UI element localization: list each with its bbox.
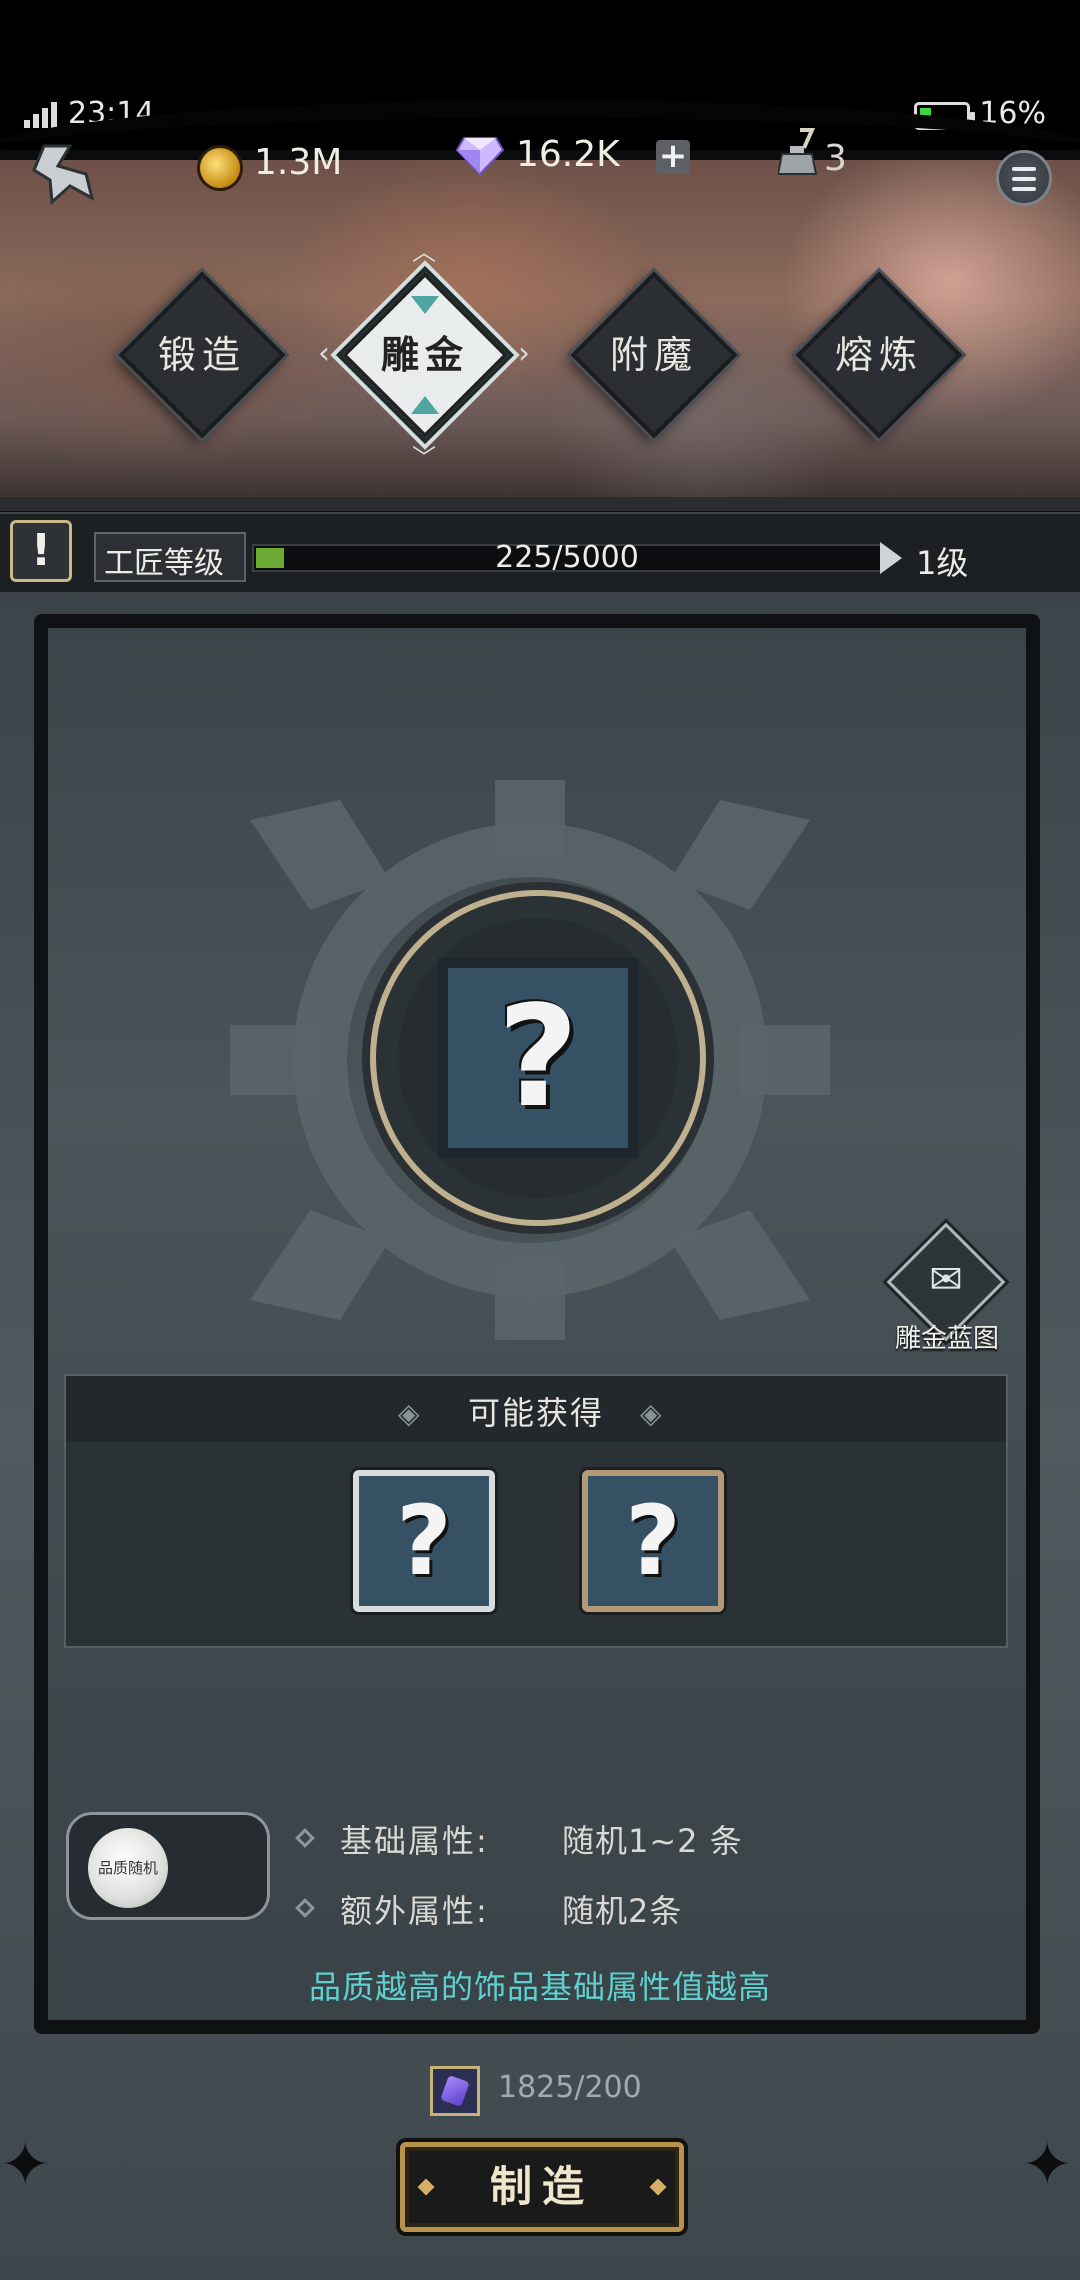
question-mark-icon: ? [625, 1485, 681, 1597]
craft-button-label: 制造 [489, 2162, 594, 2211]
arrow-right-icon [880, 542, 902, 574]
chevron-down-icon: ﹀ [412, 444, 436, 472]
quality-tip: 品质越高的饰品基础属性值越高 [308, 1968, 771, 2006]
quality-orb-text: 品质随机 [97, 1859, 158, 1877]
extra-attr-label: 额外属性: [340, 1892, 489, 1930]
question-mark-icon: ? [396, 1485, 452, 1597]
back-button[interactable] [30, 140, 102, 210]
coin-icon [200, 148, 240, 188]
possible-rewards-title: 可能获得 [467, 1394, 604, 1432]
info-button[interactable]: ! [10, 520, 72, 582]
tab-label: 锻造 [157, 333, 246, 377]
base-attr-value: 随机1~2 条 [562, 1822, 743, 1860]
corner-ornament-icon: ✦ [1022, 2130, 1073, 2200]
chevron-up-icon: ︿ [412, 238, 436, 266]
exclamation-icon: ! [30, 525, 52, 576]
menu-button[interactable] [996, 150, 1052, 206]
material-count: 1825/200 [498, 2070, 642, 2105]
tab-label: 熔炼 [834, 333, 923, 377]
tab-label: 附魔 [609, 333, 698, 377]
question-mark-icon: ? [497, 976, 579, 1139]
tab-smelt[interactable]: 熔炼 [794, 270, 964, 440]
ink-amount: 3 [824, 138, 847, 179]
tab-forge[interactable]: 锻造 [117, 270, 287, 440]
corner-ornament-icon: ✦ [0, 2130, 51, 2200]
level-progress-text: 225/5000 [495, 540, 639, 575]
extra-attr-value: 随机2条 [562, 1892, 683, 1930]
coin-amount: 1.3M [254, 142, 343, 183]
add-gems-button[interactable]: + [656, 139, 690, 174]
menu-icon [1012, 167, 1036, 171]
signal-icon [24, 102, 57, 128]
banner-divider [0, 497, 1080, 511]
blueprint-label: 雕金蓝图 [894, 1324, 999, 1354]
base-attr-label: 基础属性: [340, 1822, 489, 1860]
chevron-right-icon: › [518, 336, 530, 371]
craftsman-level-value: 1级 [916, 544, 969, 582]
tab-engrave[interactable]: 雕金 [340, 270, 510, 440]
tab-label: 雕金 [380, 333, 469, 377]
gem-amount: 16.2K [516, 134, 620, 175]
diamond-icon [456, 137, 504, 176]
craftsman-level-label: 工匠等级 [104, 546, 224, 581]
crystal-material-icon[interactable] [430, 2066, 480, 2116]
tab-enchant[interactable]: 附魔 [569, 270, 739, 440]
chevron-left-icon: ‹ [318, 336, 330, 371]
scroll-icon: ✉ [929, 1257, 963, 1303]
ink-bottle-icon [778, 128, 818, 175]
